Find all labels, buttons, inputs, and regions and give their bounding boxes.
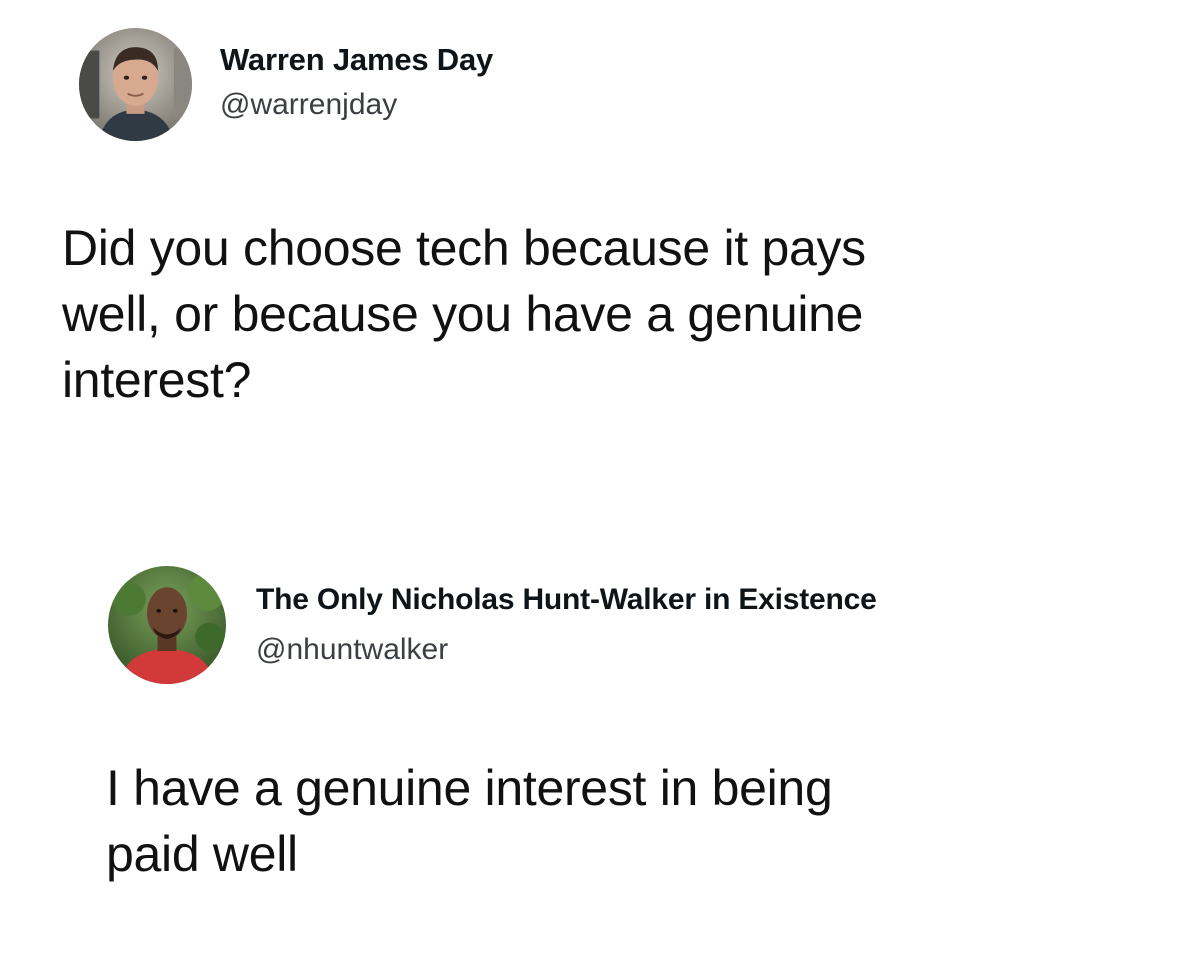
author-handle[interactable]: @warrenjday	[220, 87, 397, 123]
profile-photo-icon	[108, 566, 226, 684]
tweet-text: I have a genuine interest in being paid …	[106, 755, 1166, 887]
tweet-text-line: I have a genuine interest in being	[106, 760, 833, 816]
tweet-text-line: Did you choose tech because it pays	[62, 220, 866, 276]
tweet-text-line: paid well	[106, 826, 298, 882]
tweet-text-line: well, or because you have a genuine	[62, 286, 864, 342]
author-display-name[interactable]: The Only Nicholas Hunt-Walker in Existen…	[256, 582, 877, 618]
author-handle[interactable]: @nhuntwalker	[256, 632, 448, 668]
profile-photo-icon	[79, 28, 192, 141]
avatar-nicholas[interactable]	[108, 566, 226, 684]
avatar-warren[interactable]	[79, 28, 192, 141]
author-display-name[interactable]: Warren James Day	[220, 42, 493, 78]
tweet-text: Did you choose tech because it pays well…	[62, 215, 1162, 413]
tweet-text-line: interest?	[62, 352, 252, 408]
